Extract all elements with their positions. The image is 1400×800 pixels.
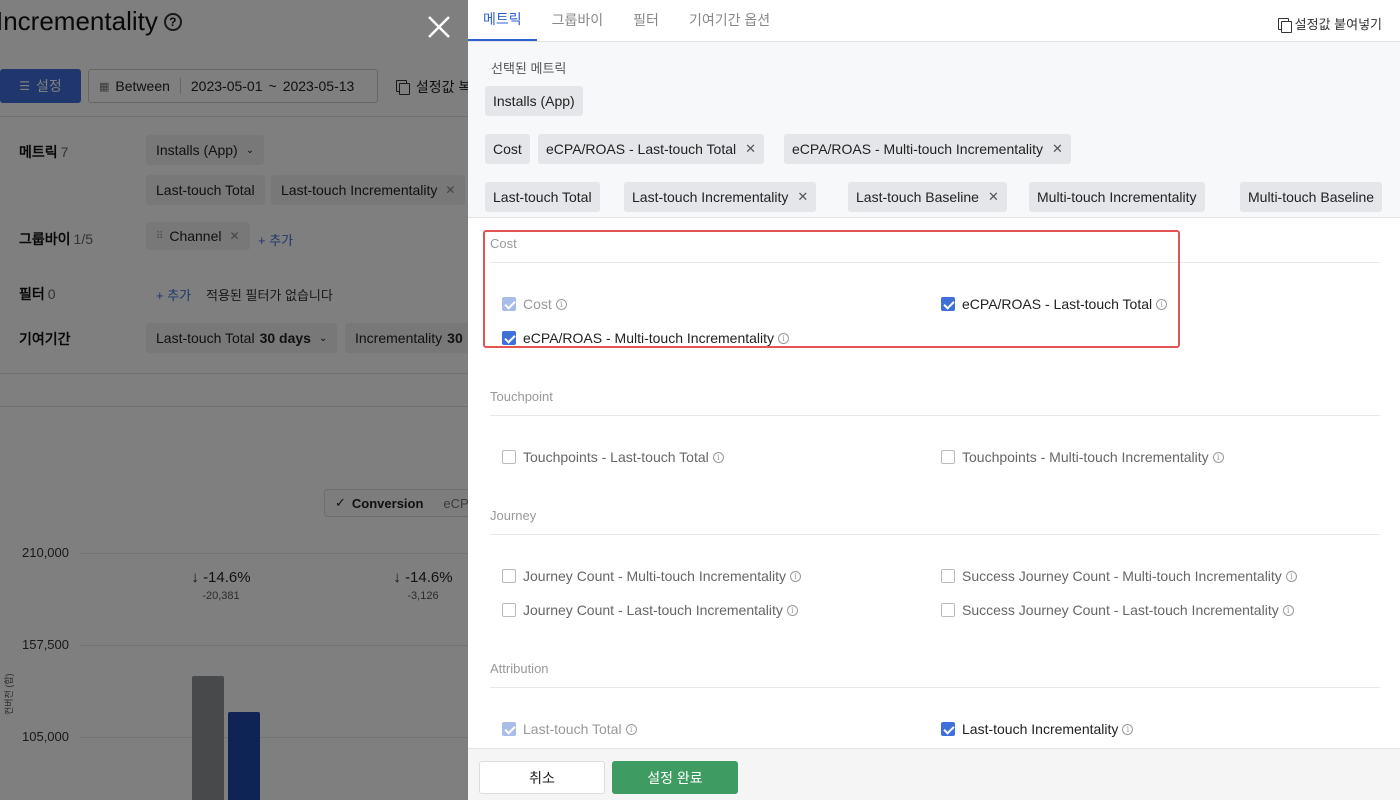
remove-metric-icon[interactable]: ✕ <box>988 189 999 205</box>
selected-metric-label: Multi-touch Incrementality <box>1037 189 1197 205</box>
selected-metric-label: Last-touch Baseline <box>856 189 979 205</box>
selected-metric-label: eCPA/ROAS - Multi-touch Incrementality <box>792 141 1044 157</box>
remove-metric-icon[interactable]: ✕ <box>745 141 756 157</box>
checkbox[interactable] <box>941 569 955 583</box>
selected-metric-chip[interactable]: eCPA/ROAS - Last-touch Total ✕ <box>538 134 765 164</box>
metric-option: Cost i <box>502 296 567 312</box>
info-icon[interactable]: i <box>1212 451 1224 463</box>
confirm-settings-button[interactable]: 설정 완료 <box>612 761 738 794</box>
metric-option-label: Success Journey Count - Multi-touch Incr… <box>962 568 1282 584</box>
category-title: Cost <box>490 236 517 251</box>
category-divider <box>490 262 1380 263</box>
checkbox[interactable] <box>941 722 955 736</box>
checkbox <box>502 722 516 736</box>
selected-metric-label: Multi-touch Baseline <box>1248 189 1375 205</box>
tab-filter[interactable]: 필터 <box>618 0 674 41</box>
metric-option-label: Journey Count - Last-touch Incrementalit… <box>523 602 783 618</box>
category-title: Journey <box>490 508 537 523</box>
info-icon[interactable]: i <box>778 332 790 344</box>
metric-option[interactable]: eCPA/ROAS - Multi-touch Incrementality i <box>502 330 790 346</box>
selected-metric-chip[interactable]: Last-touch Incrementality ✕ <box>624 182 817 212</box>
selected-metric-label: Last-touch Incrementality <box>632 189 789 205</box>
info-icon[interactable]: i <box>1282 604 1294 616</box>
selected-metric-chip[interactable]: Last-touch Total <box>485 182 600 212</box>
metric-option-label: Cost <box>523 296 552 312</box>
metric-settings-drawer: 메트릭 그룹바이 필터 기여기간 옵션 설정값 붙여넣기 선택된 메트릭 Ins… <box>468 0 1400 800</box>
info-icon[interactable]: i <box>712 451 724 463</box>
metric-option-label: Success Journey Count - Last-touch Incre… <box>962 602 1279 618</box>
selected-metric-chip[interactable]: Last-touch Baseline ✕ <box>848 182 1007 212</box>
metric-option[interactable]: Last-touch Incrementality i <box>941 721 1134 737</box>
selected-metric-chip[interactable]: Multi-touch Baseline <box>1240 182 1383 212</box>
close-icon[interactable] <box>424 12 454 42</box>
remove-metric-icon[interactable]: ✕ <box>797 189 808 205</box>
metric-option-label: eCPA/ROAS - Multi-touch Incrementality <box>523 330 775 346</box>
tab-metric[interactable]: 메트릭 <box>468 0 537 41</box>
metric-option[interactable]: eCPA/ROAS - Last-touch Total i <box>941 296 1168 312</box>
metric-option[interactable]: Success Journey Count - Last-touch Incre… <box>941 602 1294 618</box>
checkbox[interactable] <box>502 603 516 617</box>
paste-icon <box>1277 17 1292 33</box>
checkbox[interactable] <box>941 450 955 464</box>
metric-option: Last-touch Total i <box>502 721 637 737</box>
selected-metrics-panel: 선택된 메트릭 Installs (App) Cost eCPA/ROAS - La… <box>468 42 1400 218</box>
selected-metric-label: Installs (App) <box>493 93 575 109</box>
info-icon[interactable]: i <box>786 604 798 616</box>
metric-option[interactable]: Journey Count - Last-touch Incrementalit… <box>502 602 798 618</box>
metric-option[interactable]: Journey Count - Multi-touch Incrementali… <box>502 568 801 584</box>
info-icon[interactable]: i <box>1156 298 1168 310</box>
category-divider <box>490 534 1380 535</box>
checkbox[interactable] <box>502 331 516 345</box>
info-icon[interactable]: i <box>625 723 637 735</box>
selected-metric-label: Last-touch Total <box>493 189 592 205</box>
metric-option-label: eCPA/ROAS - Last-touch Total <box>962 296 1153 312</box>
info-icon[interactable]: i <box>1122 723 1134 735</box>
metric-option[interactable]: Touchpoints - Last-touch Total i <box>502 449 724 465</box>
selected-metrics-title: 선택된 메트릭 <box>491 61 567 76</box>
tab-groupby[interactable]: 그룹바이 <box>537 0 619 41</box>
checkbox[interactable] <box>502 450 516 464</box>
info-icon[interactable]: i <box>555 298 567 310</box>
checkbox[interactable] <box>941 297 955 311</box>
metric-option-label: Journey Count - Multi-touch Incrementali… <box>523 568 786 584</box>
metric-list[interactable]: Cost Cost i eCPA/ROAS - Last-touch Total i eC… <box>468 218 1400 748</box>
category-title: Touchpoint <box>490 389 553 404</box>
drawer-tabs: 메트릭 그룹바이 필터 기여기간 옵션 <box>468 0 1400 42</box>
info-icon[interactable]: i <box>790 570 801 582</box>
category-title: Attribution <box>490 661 549 676</box>
metric-option[interactable]: Success Journey Count - Multi-touch Incr… <box>941 568 1297 584</box>
checkbox[interactable] <box>941 603 955 617</box>
selected-metric-chip[interactable]: Installs (App) <box>485 86 583 116</box>
checkbox <box>502 297 516 311</box>
drawer-footer: 취소 설정 완료 <box>468 748 1400 800</box>
tab-attribution-options[interactable]: 기여기간 옵션 <box>674 0 785 41</box>
metric-option-label: Touchpoints - Last-touch Total <box>523 449 709 465</box>
checkbox[interactable] <box>502 569 516 583</box>
remove-metric-icon[interactable]: ✕ <box>1052 141 1063 157</box>
metric-option-label: Last-touch Incrementality <box>962 721 1119 737</box>
metric-option-label: Touchpoints - Multi-touch Incrementality <box>962 449 1209 465</box>
paste-settings-label: 설정값 붙여넣기 <box>1294 17 1382 32</box>
selected-metric-label: eCPA/ROAS - Last-touch Total <box>546 141 737 157</box>
cancel-button[interactable]: 취소 <box>479 761 605 794</box>
selected-metric-chip[interactable]: Cost <box>485 134 530 164</box>
selected-metric-chip[interactable]: eCPA/ROAS - Multi-touch Incrementality ✕ <box>784 134 1071 164</box>
metric-option-label: Last-touch Total <box>523 721 622 737</box>
category-divider <box>490 415 1380 416</box>
info-icon[interactable]: i <box>1285 570 1297 582</box>
paste-settings-button[interactable]: 설정값 붙여넣기 <box>1277 14 1382 33</box>
category-divider <box>490 687 1380 688</box>
metric-option[interactable]: Touchpoints - Multi-touch Incrementality… <box>941 449 1224 465</box>
selected-metric-chip[interactable]: Multi-touch Incrementality <box>1029 182 1205 212</box>
selected-metric-label: Cost <box>493 141 522 157</box>
